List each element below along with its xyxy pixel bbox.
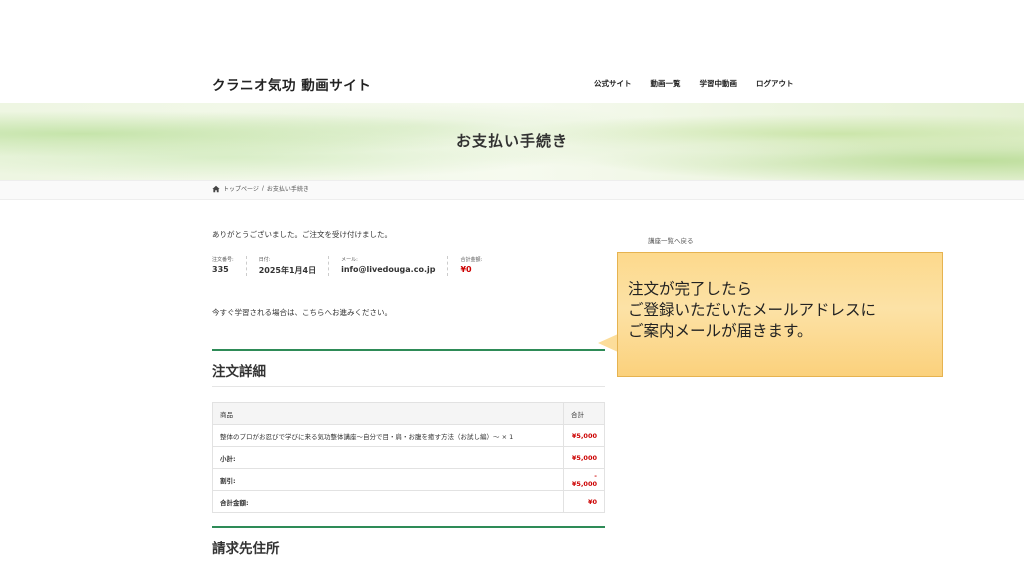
table-row: 整体のプロがお忍びで学びに来る気功整体講座〜自分で目・肩・お腹を癒す方法（お試し… (212, 424, 605, 447)
subtotal-amount: ¥5,000 (563, 446, 605, 469)
breadcrumb: トップページ / お支払い手続き (212, 184, 309, 193)
breadcrumb-bar (0, 180, 1024, 200)
nav-logout[interactable]: ログアウト (756, 78, 794, 89)
order-email-value: info@livedouga.co.jp (341, 265, 436, 274)
order-number-value: 335 (212, 265, 229, 274)
home-icon (212, 185, 220, 192)
nav-learning-videos[interactable]: 学習中動画 (700, 78, 738, 89)
item-name[interactable]: 整体のプロがお忍びで学びに来る気功整体講座〜自分で目・肩・お腹を癒す方法（お試し… (212, 424, 564, 447)
table-header-row: 商品 合計 (212, 402, 605, 425)
total-amount: ¥0 (563, 490, 605, 513)
billing-rule (212, 526, 605, 528)
order-date: 日付: 2025年1月4日 (258, 256, 330, 276)
subtotal-label: 小計: (212, 446, 564, 469)
callout-line: 注文が完了したら (628, 280, 753, 298)
order-date-label: 日付: (258, 257, 271, 263)
column-header-product: 商品 (212, 402, 564, 425)
total-label: 合計金額: (212, 490, 564, 513)
breadcrumb-current: お支払い手続き (266, 186, 309, 193)
order-total-value: ¥0 (460, 265, 472, 274)
discount-amount: -¥5,000 (563, 468, 605, 491)
order-details-title: 注文詳細 (212, 364, 266, 380)
order-date-value: 2025年1月4日 (258, 266, 317, 275)
order-overview: 注文番号: 335 日付: 2025年1月4日 メール: info@livedo… (212, 256, 506, 276)
nav-official-site[interactable]: 公式サイト (594, 78, 632, 89)
order-number-label: 注文番号: (212, 257, 234, 263)
breadcrumb-separator: / (261, 185, 264, 192)
column-header-total: 合計 (563, 402, 605, 425)
callout-pointer (598, 334, 618, 352)
table-row: 割引: -¥5,000 (212, 468, 605, 491)
discount-label: 割引: (212, 468, 564, 491)
order-number: 注文番号: 335 (212, 256, 247, 276)
thank-you-message: ありがとうございました。ご注文を受け付けました。 (212, 230, 392, 239)
item-amount: ¥5,000 (563, 424, 605, 447)
continue-message[interactable]: 今すぐ学習される場合は、こちらへお進みください。 (212, 307, 392, 318)
back-to-courses-link[interactable]: 講座一覧へ戻る (648, 235, 694, 245)
billing-title: 請求先住所 (212, 541, 280, 557)
main-nav: 公式サイト 動画一覧 学習中動画 ログアウト (594, 78, 813, 89)
annotation-callout: 注文が完了したら ご登録いただいたメールアドレスに ご案内メールが届きます。 (617, 252, 943, 377)
order-details-table: 商品 合計 整体のプロがお忍びで学びに来る気功整体講座〜自分で目・肩・お腹を癒す… (212, 402, 605, 513)
nav-video-list[interactable]: 動画一覧 (651, 78, 681, 89)
order-total-label: 合計金額: (460, 257, 483, 263)
order-email-label: メール: (341, 257, 358, 263)
site-title[interactable]: クラニオ気功 動画サイト (212, 74, 371, 94)
order-total: 合計金額: ¥0 (460, 256, 494, 276)
order-details-divider (212, 386, 605, 387)
table-row: 小計: ¥5,000 (212, 446, 605, 469)
order-email: メール: info@livedouga.co.jp (341, 256, 449, 276)
breadcrumb-home[interactable]: トップページ (223, 184, 259, 193)
order-details-rule (212, 349, 605, 351)
page-title: お支払い手続き (455, 132, 568, 150)
table-row: 合計金額: ¥0 (212, 490, 605, 513)
callout-line: ご登録いただいたメールアドレスに (628, 301, 877, 319)
callout-line: ご案内メールが届きます。 (628, 322, 813, 340)
